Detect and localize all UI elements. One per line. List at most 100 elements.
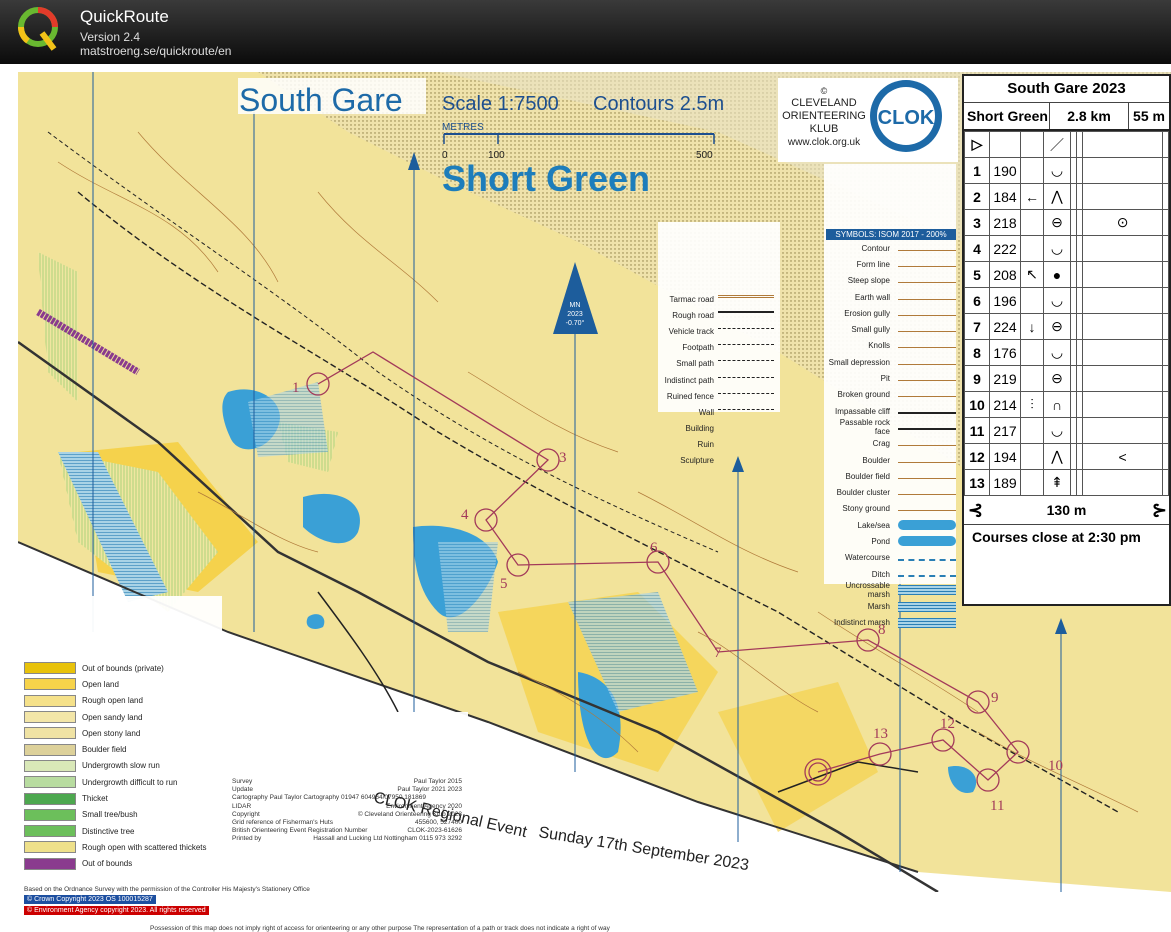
control-code: 219 — [989, 365, 1021, 392]
legend-label: Open stony land — [82, 728, 141, 738]
path-swatch — [718, 426, 774, 432]
legend-swatch — [24, 759, 76, 772]
symbol-item: Boulder field — [826, 468, 956, 484]
symbol-label: Watercourse — [844, 553, 890, 563]
symbol-item: Erosion gully — [826, 305, 956, 321]
symbol-swatch — [898, 458, 956, 463]
control-row: 6 196 ◡ — [964, 287, 1170, 314]
symbol-swatch — [898, 571, 956, 578]
north-label-2: 2023 — [567, 311, 583, 318]
control-description-card: South Gare 2023 Short Green 2.8 km 55 m … — [962, 74, 1171, 606]
control-location — [1082, 235, 1163, 262]
map-contours: Contours 2.5m — [593, 93, 724, 115]
app-url[interactable]: matstroeng.se/quickroute/en — [80, 44, 231, 58]
path-swatch — [718, 294, 774, 304]
control-code: 217 — [989, 417, 1021, 444]
control-feature: ◡ — [1043, 417, 1071, 444]
control-location — [1082, 339, 1163, 366]
symbol-item: Knolls — [826, 338, 956, 354]
credit-line: Copyright © Cleveland Orienteering Klub 2… — [232, 811, 462, 819]
club-copyright: © — [821, 86, 828, 96]
credit-value: Environment Agency 2020 — [386, 802, 462, 810]
symbol-swatch — [898, 506, 956, 512]
credit-key: LIDAR — [232, 802, 252, 810]
control-feature: ⊖ — [1043, 313, 1071, 340]
club-line-2: ORIENTEERING — [782, 110, 866, 122]
path-label: Ruin — [697, 440, 714, 450]
legend-swatch — [24, 711, 76, 724]
path-label: Indistinct path — [664, 375, 714, 385]
symbol-label: Knolls — [868, 341, 890, 351]
control-number: 6 — [964, 287, 990, 314]
north-label-3: -0.70° — [566, 319, 585, 327]
symbol-item: Pond — [826, 533, 956, 549]
credit-line: Survey Paul Taylor 2015 — [232, 778, 462, 786]
control-location — [1082, 313, 1163, 340]
start-triangle-icon: ▷ — [964, 131, 990, 158]
symbol-item: Small depression — [826, 354, 956, 370]
control-number: 8 — [964, 339, 990, 366]
path-item: Indistinct path — [660, 372, 780, 388]
legend-label: Out of bounds — [82, 859, 133, 869]
legend-item: Rough open with scattered thickets — [24, 839, 234, 855]
control-feature: ∩ — [1043, 391, 1071, 418]
control-other — [1161, 313, 1170, 340]
credit-line: Update Paul Taylor 2021 2023 — [232, 786, 462, 794]
control-table: ▷ ／ 1 190 ◡ 2 184 ← ⋀ 3 218 ⊖ ⊙ 4 222 ◡ 5 208 ↖ ● 6 196 ◡ 7 22… — [964, 131, 1170, 496]
control-other — [1161, 469, 1170, 496]
control-other — [1161, 287, 1170, 314]
credit-key: Cartography Paul Taylor Cartography 0194… — [232, 794, 426, 802]
control-row: 4 222 ◡ — [964, 235, 1170, 262]
environment-copyright: © Environment Agency copyright 2023. All… — [24, 906, 209, 915]
symbol-swatch — [898, 278, 956, 284]
crown-copyright: © Crown Copyright 2023 OS 100015287 — [24, 895, 156, 904]
legend-item: Small tree/bush — [24, 807, 234, 823]
control-code: 224 — [989, 313, 1021, 340]
symbol-label: Boulder — [862, 455, 890, 465]
path-label: Footpath — [682, 343, 714, 353]
symbol-item: Lake/sea — [826, 517, 956, 533]
symbol-swatch — [898, 601, 956, 612]
symbol-label: Ditch — [871, 569, 890, 579]
control-other — [1161, 339, 1170, 366]
control-location — [1082, 287, 1163, 314]
control-row: 5 208 ↖ ● — [964, 261, 1170, 288]
ordnance-note: Based on the Ordnance Survey with the pe… — [24, 886, 310, 893]
card-course-climb: 55 m — [1133, 108, 1165, 124]
credit-value: CLOK-2023-61626 — [407, 827, 462, 835]
symbol-label: Small gully — [851, 325, 890, 335]
path-swatch — [718, 344, 774, 351]
credit-value: 455600, 527400 — [415, 819, 462, 827]
control-location — [1082, 261, 1163, 288]
symbol-swatch — [898, 360, 956, 365]
control-row: 2 184 ← ⋀ — [964, 183, 1170, 210]
symbol-label: Indistinct marsh — [833, 618, 890, 628]
symbol-item: Marsh — [826, 599, 956, 615]
path-swatch — [718, 327, 774, 335]
symbol-swatch — [898, 295, 956, 300]
control-code: 190 — [989, 157, 1021, 184]
club-line-3: KLUB — [810, 123, 839, 135]
map-viewport[interactable]: MN 2023 -0.70° 1 3 4 5 6 7 8 9 10 11 12 … — [0, 66, 1171, 932]
scale-tick-500: 500 — [696, 150, 713, 161]
control-location — [1082, 469, 1163, 496]
path-item: Rough road — [660, 307, 780, 323]
control-feature: ◡ — [1043, 157, 1071, 184]
path-item: Small path — [660, 356, 780, 372]
control-location — [1082, 183, 1163, 210]
path-item: Tarmac road — [660, 291, 780, 307]
symbol-label: Small depression — [828, 357, 890, 367]
path-swatch — [718, 392, 774, 400]
control-row: 12 194 ⋀ < — [964, 443, 1170, 470]
legend-swatch — [24, 825, 76, 838]
control-direction — [1020, 287, 1044, 314]
control-feature: ⊖ — [1043, 365, 1071, 392]
north-label-1: MN — [570, 302, 581, 309]
map-title: South Gare — [239, 82, 403, 118]
control-other — [1161, 157, 1170, 184]
legend-item: Boulder field — [24, 741, 234, 757]
control-feature: ◡ — [1043, 339, 1071, 366]
control-row: 7 224 ↓ ⊖ — [964, 313, 1170, 340]
control-code: 208 — [989, 261, 1021, 288]
symbol-swatch — [898, 424, 956, 431]
